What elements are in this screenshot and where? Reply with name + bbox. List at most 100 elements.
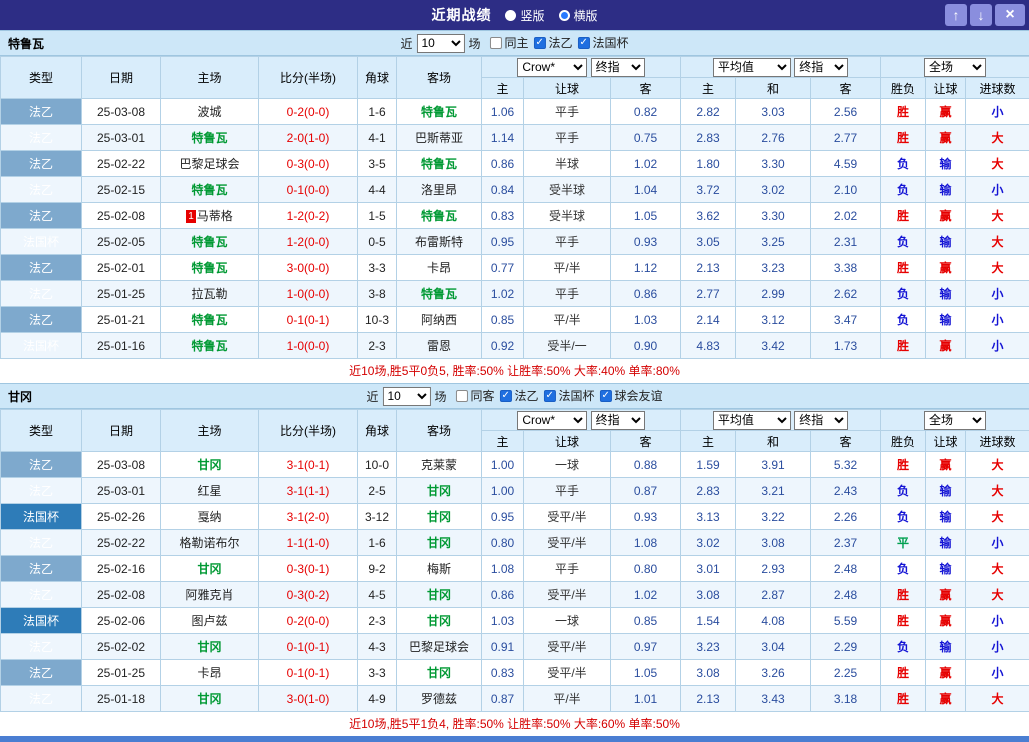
avg-away-cell: 2.43 (811, 478, 881, 504)
result-cell: 负 (881, 229, 926, 255)
away-team-cell: 甘冈 (397, 582, 482, 608)
avg-home-cell: 3.62 (681, 203, 736, 229)
away-team-name: 特鲁瓦 (421, 157, 457, 171)
home-team-name: 图卢兹 (191, 614, 227, 628)
home-team-name: 戛纳 (197, 510, 221, 524)
checkbox-icon[interactable] (500, 390, 512, 402)
odds-away-cell: 0.80 (611, 556, 681, 582)
date-cell: 25-01-16 (82, 333, 161, 359)
checkbox-icon[interactable] (455, 390, 467, 402)
team-section-header: 特鲁瓦 近 10 场 同主法乙法国杯 (0, 30, 1029, 56)
checkbox-icon[interactable] (600, 390, 612, 402)
away-team-name: 特鲁瓦 (421, 105, 457, 119)
odds-stage-select[interactable]: 终指 (591, 411, 645, 430)
odds-home-cell: 0.84 (482, 177, 524, 203)
date-cell: 25-03-08 (82, 99, 161, 125)
radio-icon[interactable] (505, 10, 516, 21)
bookmaker-select[interactable]: Crow* (517, 411, 587, 430)
bookmaker-select[interactable]: Crow* (517, 58, 587, 77)
corner-cell: 2-3 (358, 333, 397, 359)
filter-option[interactable]: 同主 (489, 34, 528, 51)
avg-draw-cell: 3.21 (736, 478, 811, 504)
handicap-cell: 平/半 (524, 255, 611, 281)
goals-result-cell: 大 (966, 203, 1029, 229)
handicap-cell: 平/半 (524, 686, 611, 712)
checkbox-icon[interactable] (489, 37, 501, 49)
checkbox-icon[interactable] (534, 37, 546, 49)
away-team-cell: 巴黎足球会 (397, 634, 482, 660)
avg-draw-cell: 3.22 (736, 504, 811, 530)
score-cell: 1-2(0-2) (259, 203, 358, 229)
handicap-cell: 平手 (524, 229, 611, 255)
filter-option[interactable]: 法乙 (500, 387, 539, 404)
score-cell: 0-1(0-1) (259, 307, 358, 333)
filter-option[interactable]: 法国杯 (544, 387, 595, 404)
scope-select[interactable]: 全场 (924, 411, 986, 430)
scope-select[interactable]: 全场 (924, 58, 986, 77)
avg-away-cell: 2.10 (811, 177, 881, 203)
checkbox-icon[interactable] (578, 37, 590, 49)
date-cell: 25-02-06 (82, 608, 161, 634)
odds-stage-select[interactable]: 终指 (591, 58, 645, 77)
sub-col-avg-draw: 和 (736, 431, 811, 452)
average-select[interactable]: 平均值 (713, 58, 791, 77)
goals-result-cell: 小 (966, 608, 1029, 634)
handicap-result-cell: 输 (926, 229, 966, 255)
result-cell: 负 (881, 504, 926, 530)
filter-controls: 近 10 场 同主法乙法国杯 (400, 34, 628, 53)
filter-option[interactable]: 法国杯 (578, 34, 629, 51)
corner-cell: 2-5 (358, 478, 397, 504)
odds-home-cell: 1.08 (482, 556, 524, 582)
home-team-cell: 甘冈 (161, 686, 259, 712)
score-cell: 0-2(0-0) (259, 99, 358, 125)
home-team-name: 特鲁瓦 (191, 313, 227, 327)
date-cell: 25-03-08 (82, 452, 161, 478)
avg-draw-cell: 2.99 (736, 281, 811, 307)
bottom-bar (0, 736, 1029, 742)
goals-result-cell: 小 (966, 634, 1029, 660)
radio-icon[interactable] (559, 10, 570, 21)
handicap-result-cell: 输 (926, 177, 966, 203)
goals-result-cell: 大 (966, 125, 1029, 151)
goals-result-cell: 小 (966, 530, 1029, 556)
scroll-down-button[interactable]: ↓ (970, 4, 992, 26)
odds-home-cell: 0.83 (482, 660, 524, 686)
radio-vertical-layout[interactable]: 竖版 (505, 7, 544, 24)
odds-home-cell: 1.03 (482, 608, 524, 634)
col-header-corner: 角球 (358, 410, 397, 452)
table-row: 法乙 25-01-21 特鲁瓦 0-1(0-1) 10-3 阿纳西 0.85 平… (1, 307, 1029, 333)
recent-count-select[interactable]: 10 (416, 34, 464, 53)
average-stage-select[interactable]: 终指 (794, 411, 848, 430)
filter-option[interactable]: 同客 (455, 387, 494, 404)
average-stage-select[interactable]: 终指 (794, 58, 848, 77)
col-header-away: 客场 (397, 410, 482, 452)
avg-draw-cell: 3.43 (736, 686, 811, 712)
sub-col-odds-away: 客 (611, 431, 681, 452)
close-button[interactable]: × (995, 4, 1025, 26)
avg-home-cell: 2.77 (681, 281, 736, 307)
scroll-up-button[interactable]: ↑ (945, 4, 967, 26)
checkbox-icon[interactable] (544, 390, 556, 402)
avg-draw-cell: 4.08 (736, 608, 811, 634)
odds-home-cell: 0.85 (482, 307, 524, 333)
sub-col-odds-away: 客 (611, 78, 681, 99)
table-row: 法乙 25-03-01 红星 3-1(1-1) 2-5 甘冈 1.00 平手 0… (1, 478, 1029, 504)
corner-cell: 0-5 (358, 229, 397, 255)
date-cell: 25-03-01 (82, 125, 161, 151)
avg-away-cell: 2.48 (811, 556, 881, 582)
avg-draw-cell: 2.87 (736, 582, 811, 608)
odds-home-cell: 1.02 (482, 281, 524, 307)
filter-option[interactable]: 法乙 (534, 34, 573, 51)
avg-home-cell: 1.54 (681, 608, 736, 634)
handicap-result-cell: 赢 (926, 99, 966, 125)
home-team-cell: 特鲁瓦 (161, 255, 259, 281)
avg-away-cell: 2.02 (811, 203, 881, 229)
handicap-cell: 受半球 (524, 177, 611, 203)
recent-count-select[interactable]: 10 (382, 387, 430, 406)
filter-option[interactable]: 球会友谊 (600, 387, 663, 404)
odds-away-cell: 0.85 (611, 608, 681, 634)
radio-horizontal-layout[interactable]: 横版 (559, 7, 598, 24)
average-select[interactable]: 平均值 (713, 411, 791, 430)
goals-result-cell: 小 (966, 660, 1029, 686)
corner-cell: 10-3 (358, 307, 397, 333)
